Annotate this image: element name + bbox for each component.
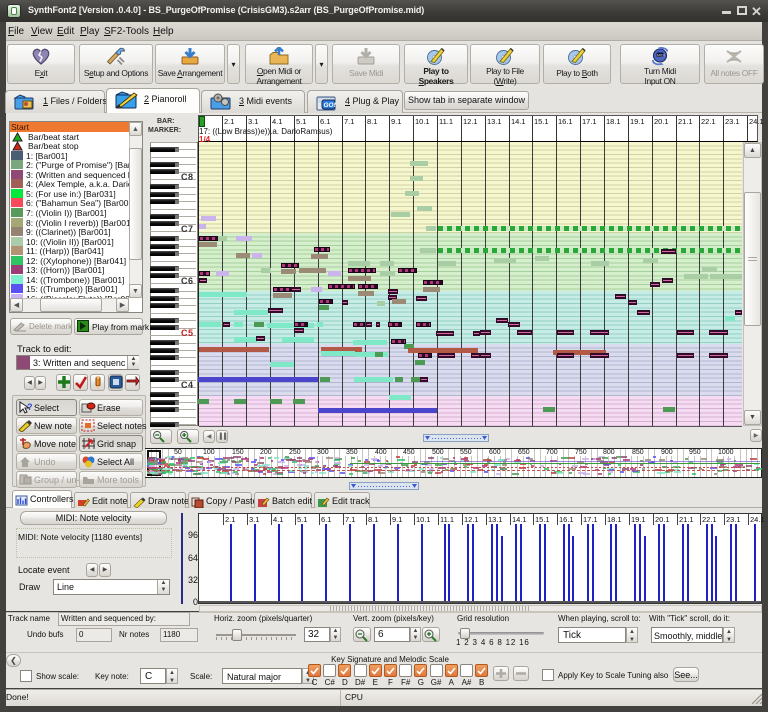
svg-text:?: ? — [27, 402, 33, 412]
svg-text:MIDI: MIDI — [657, 53, 665, 57]
svg-text:GO!: GO! — [324, 102, 337, 109]
